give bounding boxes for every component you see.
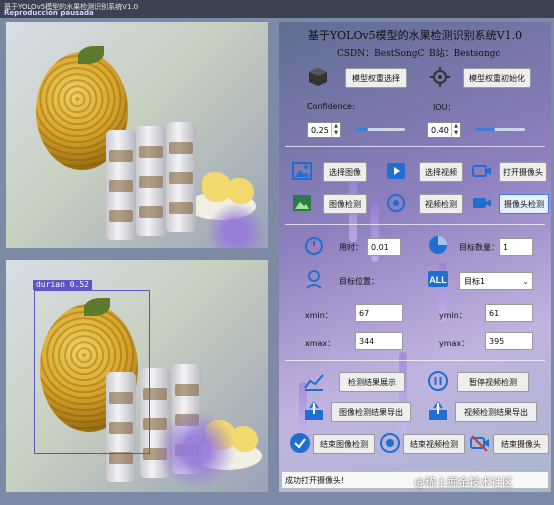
image-detect-icon [293,195,311,211]
stop-circle-icon [380,433,400,453]
timer-icon [305,237,323,255]
camera-off-icon [470,435,489,452]
detection-result-panel: durian 0.52 [6,260,268,492]
time-label: 用时： [339,243,363,252]
model-weight-init-button[interactable]: 模型权重初始化 [463,68,531,88]
camera-icon [472,165,491,177]
line-chart-icon [304,374,324,391]
confidence-slider[interactable] [355,128,405,131]
xmin-field: 67 [355,304,403,322]
check-circle-icon [290,433,310,453]
end-image-detect-button[interactable]: 结束图像检测 [313,434,375,454]
time-value-field: 0.01 [367,238,401,256]
control-panel: 基于YOLOv5模型的水果检测识别系统V1.0 CSDN：BestSongC B… [279,22,551,492]
xmin-label: xmin： [305,311,333,320]
iou-spinbox[interactable]: 0.40 ▲ ▼ [427,122,461,138]
target-count-field: 1 [499,238,533,256]
ymin-label: ymin： [439,311,467,320]
show-results-button[interactable]: 检测结果展示 [339,372,405,392]
end-video-detect-button[interactable]: 结束视频检测 [403,434,465,454]
iou-slider-fill [475,128,495,131]
image-detect-button[interactable]: 图像检测 [323,194,367,214]
ymax-label: ymax： [439,339,470,348]
watermark: @稀土掘金技术社区 [414,476,513,489]
video-detect-button[interactable]: 视频检测 [419,194,463,214]
detection-label: durian 0.52 [33,280,92,290]
all-targets-icon: ALL [428,271,448,287]
divider [285,146,545,147]
camera-detect-button[interactable]: 摄像头检测 [499,194,549,214]
spin-arrows-icon[interactable]: ▲ ▼ [451,123,460,137]
original-image-panel [6,22,268,248]
divider [285,360,545,361]
target-position-label: 目标位置： [339,277,379,286]
detection-bounding-box [34,290,150,454]
window-title-bar: 基于YOLOv5模型的水果检测识别系统V1.0 Reproducción pau… [0,0,554,18]
pause-icon [428,371,448,391]
end-camera-button[interactable]: 结束摄像头 [493,434,549,454]
image-icon [292,162,312,180]
cube-icon [309,68,327,86]
app-title: 基于YOLOv5模型的水果检测识别系统V1.0 [307,29,523,42]
ymin-field: 61 [485,304,533,322]
video-play-icon [387,163,405,179]
svg-text:ALL: ALL [429,275,447,285]
playback-paused-overlay: Reproducción pausada [4,9,94,17]
camera-detect-icon [473,198,491,208]
export-icon [429,401,447,420]
csdn-label: CSDN：BestSongC [337,49,425,59]
gear-icon [430,67,450,87]
divider [285,224,545,225]
pie-chart-icon [429,236,447,254]
select-video-button[interactable]: 选择视频 [419,162,463,182]
model-weight-select-button[interactable]: 模型权重选择 [345,68,407,88]
confidence-value: 0.25 [311,126,329,135]
xmax-field: 344 [355,332,403,350]
spin-arrows-icon[interactable]: ▲ ▼ [331,123,340,137]
export-icon [305,401,323,420]
target-count-label: 目标数量： [459,243,499,252]
confidence-slider-fill [355,128,368,131]
iou-label: IOU： [433,103,456,112]
iou-slider[interactable] [475,128,525,131]
chevron-down-icon: ⌄ [522,277,529,286]
export-image-results-button[interactable]: 图像检测结果导出 [331,402,411,422]
bilibili-label: B站：Bestsongc [429,49,501,59]
fruit-photo [6,22,268,248]
open-camera-button[interactable]: 打开摄像头 [499,162,547,182]
export-video-results-button[interactable]: 视频检测结果导出 [455,402,537,422]
confidence-label: Confidence: [307,102,355,111]
video-detect-icon [387,194,405,212]
iou-value: 0.40 [431,126,449,135]
ymax-field: 395 [485,332,533,350]
select-image-button[interactable]: 选择图像 [323,162,367,182]
confidence-spinbox[interactable]: 0.25 ▲ ▼ [307,122,341,138]
location-pin-icon [306,270,322,289]
pause-video-detect-button[interactable]: 暂停视频检测 [457,372,529,392]
target-select-dropdown[interactable]: 目标1 ⌄ [459,272,533,290]
xmax-label: xmax： [305,339,336,348]
target-select-value: 目标1 [464,277,486,286]
